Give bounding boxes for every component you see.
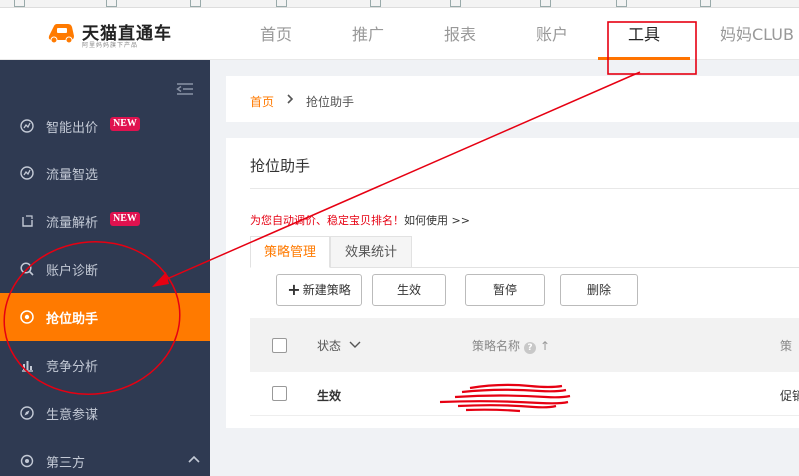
page-title: 抢位助手 <box>250 157 311 175</box>
sidebar-item-label: 流量智选 <box>46 168 99 183</box>
tab-effect-statistics[interactable]: 效果统计 <box>330 236 412 268</box>
how-to-use-link[interactable]: 如何使用 >> <box>404 214 470 227</box>
bookmark-item[interactable] <box>106 0 120 7</box>
nav-reports[interactable]: 报表 <box>444 8 476 60</box>
tab-divider <box>412 267 799 268</box>
sidebar: 智能出价 NEW 流量智选 流量解析 NEW 账户诊断 抢位助手 竞争分析 生意… <box>0 60 210 476</box>
chevron-right-icon <box>287 94 294 104</box>
bookmark-item[interactable] <box>190 0 204 7</box>
target-icon <box>20 166 34 180</box>
sidebar-item-competition-analysis[interactable]: 竞争分析 <box>0 341 210 389</box>
sidebar-item-label: 账户诊断 <box>46 264 99 279</box>
new-strategy-label: 新建策略 <box>302 283 351 297</box>
sidebar-item-smart-bid[interactable]: 智能出价 NEW <box>0 102 210 150</box>
active-nav-indicator <box>598 57 690 60</box>
breadcrumb-home-link[interactable]: 首页 <box>250 93 274 110</box>
new-badge: NEW <box>110 212 140 226</box>
sidebar-item-business-advisor[interactable]: 生意参谋 <box>0 389 210 437</box>
bookmark-item[interactable] <box>540 0 554 7</box>
gear-icon <box>20 454 34 468</box>
sidebar-item-label: 智能出价 <box>46 121 99 136</box>
main-panel: 抢位助手 为您自动调价、稳定宝贝排名！如何使用 >> 策略管理 效果统计 + 新建… <box>226 138 799 428</box>
nav-promotion[interactable]: 推广 <box>352 8 384 60</box>
tab-strategy-management[interactable]: 策略管理 <box>250 236 330 268</box>
new-strategy-button[interactable]: + 新建策略 <box>276 274 362 306</box>
enable-button[interactable]: 生效 <box>372 274 446 306</box>
bookmark-item[interactable] <box>450 0 464 7</box>
car-logo-icon[interactable] <box>46 20 76 44</box>
bookmark-item[interactable] <box>616 0 630 7</box>
promo-text: 为您自动调价、稳定宝贝排名！如何使用 >> <box>250 212 470 228</box>
sidebar-item-traffic-analysis[interactable]: 流量解析 NEW <box>0 197 210 245</box>
chevron-up-icon[interactable] <box>188 455 200 463</box>
nav-home[interactable]: 首页 <box>260 8 292 60</box>
new-badge: NEW <box>110 117 140 131</box>
sort-up-icon[interactable]: ↑ <box>540 339 550 353</box>
sidebar-item-label: 流量解析 <box>46 216 99 231</box>
bar-chart-icon <box>22 361 33 372</box>
sidebar-item-third-party[interactable]: 第三方 <box>0 437 210 476</box>
divider <box>250 188 799 189</box>
nav-account[interactable]: 账户 <box>536 8 568 60</box>
help-icon[interactable]: ? <box>524 342 537 354</box>
sidebar-item-label: 生意参谋 <box>46 408 99 423</box>
breadcrumb: 首页 抢位助手 <box>226 76 799 122</box>
plus-icon: + <box>287 280 301 299</box>
breadcrumb-current: 抢位助手 <box>306 95 355 109</box>
bookmark-item[interactable] <box>700 0 714 7</box>
nav-tools[interactable]: 工具 <box>628 8 660 60</box>
chevron-down-icon[interactable] <box>349 341 361 349</box>
name-header-label: 策略名称 <box>472 339 521 353</box>
sidebar-item-label: 竞争分析 <box>46 360 99 375</box>
row-status: 生效 <box>317 389 342 403</box>
nav-mama-club[interactable]: 妈妈CLUB <box>720 8 794 60</box>
gauge-icon <box>22 215 33 227</box>
row-third-cell: 促销 <box>780 389 799 403</box>
sidebar-item-label: 第三方 <box>46 456 86 471</box>
select-all-checkbox[interactable] <box>272 338 287 353</box>
top-header: 天猫直通车 阿里妈妈旗下产品 首页 推广 报表 账户 工具 妈妈CLUB <box>0 8 799 60</box>
bookmarks-bar <box>0 0 799 8</box>
status-header-label: 状态 <box>317 339 342 353</box>
magnifier-icon <box>20 262 34 276</box>
third-column-header: 策 <box>780 339 793 353</box>
table-header: 状态 策略名称? ↑ 策 <box>250 318 799 372</box>
table-row[interactable]: 生效 促销 <box>250 372 799 416</box>
bookmark-item[interactable] <box>370 0 384 7</box>
row-checkbox[interactable] <box>272 386 287 401</box>
bookmark-item[interactable] <box>276 0 290 7</box>
delete-button[interactable]: 删除 <box>560 274 638 306</box>
status-column-header[interactable]: 状态 <box>317 337 361 354</box>
strategy-name-column-header[interactable]: 策略名称? ↑ <box>472 337 550 354</box>
pause-button[interactable]: 暂停 <box>465 274 545 306</box>
sidebar-item-account-diagnosis[interactable]: 账户诊断 <box>0 245 210 293</box>
sidebar-item-traffic-select[interactable]: 流量智选 <box>0 149 210 197</box>
target-icon <box>20 310 34 324</box>
bookmark-item[interactable] <box>14 0 28 7</box>
collapse-menu-icon[interactable] <box>176 82 194 96</box>
compass-icon <box>20 406 34 420</box>
logo-subtitle: 阿里妈妈旗下产品 <box>82 42 139 49</box>
sidebar-item-label: 抢位助手 <box>46 312 99 327</box>
target-icon <box>20 119 34 133</box>
promo-message: 为您自动调价、稳定宝贝排名！ <box>250 214 404 227</box>
sidebar-item-rank-assistant[interactable]: 抢位助手 <box>0 293 210 341</box>
